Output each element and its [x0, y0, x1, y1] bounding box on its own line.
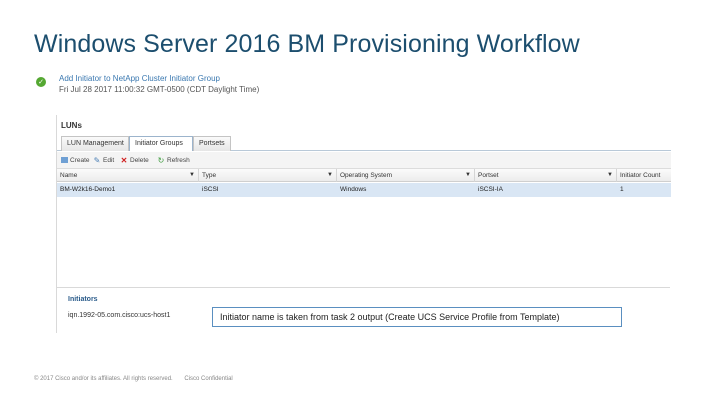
toolbar: Create ✎ Edit ✕ Delete ↻ Refresh [57, 152, 671, 169]
column-header-portset[interactable]: Portset ▼ [475, 169, 617, 182]
filter-icon[interactable]: ▼ [465, 172, 471, 179]
delete-button[interactable]: ✕ Delete [120, 155, 149, 166]
filter-icon[interactable]: ▼ [189, 172, 195, 179]
column-header-initiator-count[interactable]: Initiator Count [617, 169, 671, 182]
task-entry: ✓ Add Initiator to NetApp Cluster Initia… [36, 74, 336, 98]
footer-confidential: Cisco Confidential [184, 376, 233, 382]
edit-icon: ✎ [93, 156, 101, 165]
success-check-icon: ✓ [36, 77, 46, 87]
initiator-item[interactable]: iqn.1992-05.com.cisco:ucs-host1 [68, 312, 170, 319]
tab-initiator-groups[interactable]: Initiator Groups [129, 136, 193, 151]
column-header-type[interactable]: Type ▼ [199, 169, 337, 182]
filter-icon[interactable]: ▼ [607, 172, 613, 179]
column-header-os[interactable]: Operating System ▼ [337, 169, 475, 182]
panel-header: LUNs [61, 121, 82, 130]
cell-os: Windows [340, 186, 367, 193]
cell-type: iSCSI [202, 186, 219, 193]
slide-title: Windows Server 2016 BM Provisioning Work… [34, 30, 580, 58]
cell-initiator-count: 1 [620, 186, 624, 193]
create-icon [61, 157, 68, 163]
tab-bar: LUN Management Initiator Groups Portsets [57, 134, 671, 151]
edit-button[interactable]: ✎ Edit [93, 155, 115, 166]
column-header-name[interactable]: Name ▼ [57, 169, 199, 182]
footer-copyright: © 2017 Cisco and/or its affiliates. All … [34, 376, 173, 382]
delete-x-icon: ✕ [120, 156, 128, 165]
table-row[interactable]: BM-W2k16-Demo1 iSCSI Windows iSCSI-IA 1 [57, 183, 671, 197]
annotation-callout: Initiator name is taken from task 2 outp… [212, 307, 622, 327]
footer: © 2017 Cisco and/or its affiliates. All … [34, 376, 243, 382]
cell-portset: iSCSI-IA [478, 186, 503, 193]
refresh-icon: ↻ [157, 156, 165, 165]
filter-icon[interactable]: ▼ [327, 172, 333, 179]
cell-name: BM-W2k16-Demo1 [60, 186, 116, 193]
task-title-link[interactable]: Add Initiator to NetApp Cluster Initiato… [59, 74, 220, 83]
create-button[interactable]: Create [61, 155, 90, 166]
tab-portsets[interactable]: Portsets [193, 136, 231, 151]
refresh-button[interactable]: ↻ Refresh [157, 155, 190, 166]
task-timestamp: Fri Jul 28 2017 11:00:32 GMT-0500 (CDT D… [59, 85, 260, 94]
initiators-title: Initiators [68, 296, 98, 303]
tab-lun-management[interactable]: LUN Management [61, 136, 129, 151]
grid-header: Name ▼ Type ▼ Operating System ▼ Portset ▼ I… [57, 169, 671, 182]
